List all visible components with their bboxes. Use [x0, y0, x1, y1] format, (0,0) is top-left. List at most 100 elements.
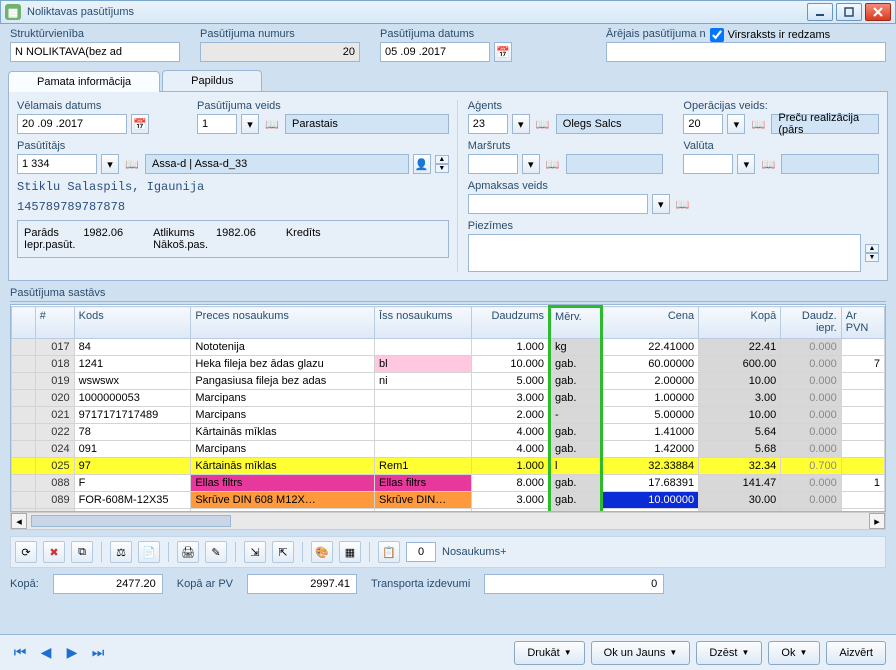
table-row[interactable]: 02597Kārtainās mīklasRem11.000l32.338843… — [12, 458, 885, 475]
toolbar-count[interactable] — [406, 542, 436, 562]
spin-down[interactable]: ▼ — [865, 253, 879, 262]
spin-up[interactable]: ▲ — [435, 155, 449, 164]
transport-value[interactable] — [484, 574, 664, 594]
col-qty[interactable]: Daudzums — [472, 307, 550, 339]
ok-new-button[interactable]: Ok un Jauns▼ — [591, 641, 691, 665]
customer-code[interactable] — [17, 154, 97, 174]
nav-next-icon[interactable]: ▶ — [62, 643, 82, 663]
dropdown-icon[interactable]: ▾ — [512, 114, 530, 134]
bottom-bar: ⏮ ◀ ▶ ⏭ Drukāt▼ Ok un Jauns▼ Dzēst▼ Ok▼ … — [0, 634, 896, 670]
pay-input[interactable] — [468, 194, 648, 214]
table-row[interactable]: 019wswswxPangasiusa fileja bez adasni5.0… — [12, 373, 885, 390]
book-icon[interactable]: 📖 — [759, 155, 777, 173]
import-icon[interactable]: ⇱ — [272, 541, 294, 563]
table-row[interactable]: 090FOR-127-03Paplāksne "Fortis" DI…Paplā… — [12, 509, 885, 513]
notes-input[interactable] — [468, 234, 861, 272]
book-icon[interactable]: 📖 — [534, 115, 552, 133]
copy-icon[interactable]: ⧉ — [71, 541, 93, 563]
scroll-left-icon[interactable]: ◂ — [11, 513, 27, 529]
total-vat-value[interactable] — [247, 574, 357, 594]
refresh-icon[interactable]: ⟳ — [15, 541, 37, 563]
tab-extra[interactable]: Papildus — [162, 70, 262, 91]
table-row[interactable]: 01784Nototenija1.000kg22.4100022.410.000 — [12, 339, 885, 356]
scroll-right-icon[interactable]: ▸ — [869, 513, 885, 529]
grid-scrollbar[interactable]: ◂ ▸ — [10, 512, 886, 530]
col-prev[interactable]: Daudz. iepr. — [781, 307, 842, 339]
dropdown-icon[interactable]: ▾ — [737, 154, 755, 174]
grid-icon[interactable]: ▦ — [339, 541, 361, 563]
spin-down[interactable]: ▼ — [435, 164, 449, 173]
delete-button[interactable]: Dzēst▼ — [696, 641, 762, 665]
order-date-label: Pasūtījuma datums — [380, 28, 550, 40]
dropdown-icon[interactable]: ▾ — [727, 114, 745, 134]
dropdown-icon[interactable]: ▾ — [652, 194, 670, 214]
order-no-label: Pasūtījuma numurs — [200, 28, 360, 40]
route-input[interactable] — [468, 154, 518, 174]
maximize-button[interactable] — [836, 3, 862, 21]
col-name[interactable]: Preces nosaukums — [191, 307, 375, 339]
minimize-button[interactable] — [807, 3, 833, 21]
order-type-label: Pasūtījuma veids — [197, 100, 449, 112]
print-icon[interactable]: 🖨 — [177, 541, 199, 563]
nav-last-icon[interactable]: ⏭ — [88, 643, 108, 663]
total-label: Kopā: — [10, 578, 39, 590]
delete-row-icon[interactable]: ✖ — [43, 541, 65, 563]
col-price[interactable]: Cena — [601, 307, 698, 339]
col-short[interactable]: Īss nosaukums — [375, 307, 472, 339]
close-button[interactable] — [865, 3, 891, 21]
nav-first-icon[interactable]: ⏮ — [10, 643, 30, 663]
book-icon[interactable]: 📖 — [544, 155, 562, 173]
col-num[interactable]: # — [35, 307, 74, 339]
ok-button[interactable]: Ok▼ — [768, 641, 820, 665]
col-vat[interactable]: Ar PVN — [841, 307, 884, 339]
table-row[interactable]: 024091Marcipans4.000gab.1.420005.680.000 — [12, 441, 885, 458]
dropdown-icon[interactable]: ▾ — [241, 114, 259, 134]
person-icon[interactable]: 👤 — [413, 154, 431, 174]
export-icon[interactable]: ⇲ — [244, 541, 266, 563]
close-form-button[interactable]: Aizvērt — [826, 641, 886, 665]
visible-checkbox[interactable]: Virsraksts ir redzams — [710, 28, 830, 42]
totals-row: Kopā: Kopā ar PV Transporta izdevumi — [10, 574, 886, 594]
table-row[interactable]: 0181241Heka fileja bez ādas glazubl10.00… — [12, 356, 885, 373]
table-row[interactable]: 0219717171717489Marcipans2.000-5.0000010… — [12, 407, 885, 424]
op-code[interactable] — [683, 114, 723, 134]
print-button[interactable]: Drukāt▼ — [514, 641, 584, 665]
calendar-icon[interactable]: 📅 — [131, 114, 149, 134]
total-value[interactable] — [53, 574, 163, 594]
calendar-icon[interactable]: 📅 — [494, 42, 512, 62]
order-date-input[interactable] — [380, 42, 490, 62]
toolbar-sort[interactable]: Nosaukums+ — [442, 546, 507, 558]
order-grid[interactable]: # Kods Preces nosaukums Īss nosaukums Da… — [10, 304, 886, 512]
nav-prev-icon[interactable]: ◀ — [36, 643, 56, 663]
book-icon[interactable]: 📖 — [263, 115, 281, 133]
scale-icon[interactable]: ⚖ — [110, 541, 132, 563]
col-code[interactable]: Kods — [74, 307, 191, 339]
book-icon[interactable]: 📖 — [123, 155, 141, 173]
spin-up[interactable]: ▲ — [865, 244, 879, 253]
scroll-thumb[interactable] — [31, 515, 231, 527]
table-row[interactable]: 0201000000053Marcipans3.000gab.1.000003.… — [12, 390, 885, 407]
unit-input[interactable] — [10, 42, 180, 62]
dropdown-icon[interactable]: ▾ — [522, 154, 540, 174]
col-total[interactable]: Kopā — [699, 307, 781, 339]
col-rowheader[interactable] — [12, 307, 36, 339]
table-row[interactable]: 088FEllas filtrsEllas filtrs8.000gab.17.… — [12, 475, 885, 492]
book-icon[interactable]: 📖 — [674, 195, 692, 213]
order-no-input[interactable] — [200, 42, 360, 62]
book-icon[interactable]: 📖 — [749, 115, 767, 133]
col-unit[interactable]: Mērv. — [550, 307, 602, 339]
table-row[interactable]: 089FOR-608M-12X35Skrūve DIN 608 M12X…Skr… — [12, 492, 885, 509]
tab-basic[interactable]: Pamata informācija — [8, 71, 160, 92]
edit-icon[interactable]: ✎ — [205, 541, 227, 563]
external-input[interactable] — [606, 42, 886, 62]
remain-label: Atlikums — [153, 227, 195, 239]
palette-icon[interactable]: 🎨 — [311, 541, 333, 563]
list-icon[interactable]: 📋 — [378, 541, 400, 563]
table-row[interactable]: 02278Kārtainās mīklas4.000gab.1.410005.6… — [12, 424, 885, 441]
currency-input[interactable] — [683, 154, 733, 174]
order-type-code[interactable] — [197, 114, 237, 134]
dropdown-icon[interactable]: ▾ — [101, 154, 119, 174]
agent-code[interactable] — [468, 114, 508, 134]
desired-date-input[interactable] — [17, 114, 127, 134]
doc-icon[interactable]: 📄 — [138, 541, 160, 563]
